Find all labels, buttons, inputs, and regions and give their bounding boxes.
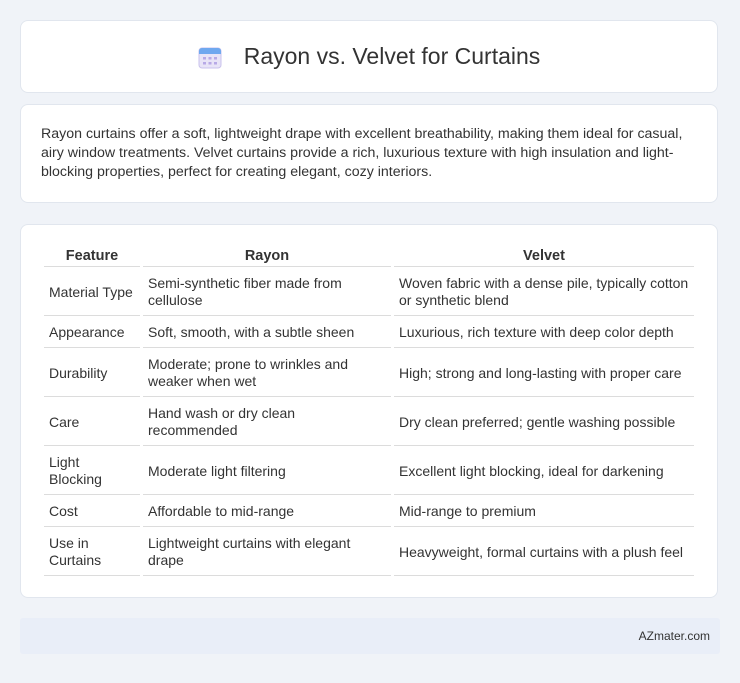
velvet-cell: Mid-range to premium — [394, 497, 694, 527]
footer-brand: AZmater.com — [638, 629, 710, 643]
calendar-icon — [198, 45, 222, 69]
column-header: Velvet — [394, 245, 694, 267]
feature-cell: Cost — [44, 497, 140, 527]
rayon-cell: Moderate; prone to wrinkles and weaker w… — [143, 350, 391, 397]
feature-cell: Care — [44, 399, 140, 446]
table-row: Care Hand wash or dry clean recommended … — [44, 399, 694, 446]
feature-cell: Light Blocking — [44, 448, 140, 495]
velvet-cell: Luxurious, rich texture with deep color … — [394, 318, 694, 348]
rayon-cell: Affordable to mid-range — [143, 497, 391, 527]
table-row: Cost Affordable to mid-range Mid-range t… — [44, 497, 694, 527]
velvet-cell: Dry clean preferred; gentle washing poss… — [394, 399, 694, 446]
table-row: Appearance Soft, smooth, with a subtle s… — [44, 318, 694, 348]
table-row: Use in Curtains Lightweight curtains wit… — [44, 529, 694, 576]
rayon-cell: Semi-synthetic fiber made from cellulose — [143, 269, 391, 316]
column-header: Feature — [44, 245, 140, 267]
rayon-cell: Soft, smooth, with a subtle sheen — [143, 318, 391, 348]
feature-cell: Appearance — [44, 318, 140, 348]
rayon-cell: Hand wash or dry clean recommended — [143, 399, 391, 446]
comparison-card: Feature Rayon Velvet Material Type Semi-… — [20, 224, 718, 598]
velvet-cell: Excellent light blocking, ideal for dark… — [394, 448, 694, 495]
table-row: Light Blocking Moderate light filtering … — [44, 448, 694, 495]
feature-cell: Use in Curtains — [44, 529, 140, 576]
velvet-cell: Heavyweight, formal curtains with a plus… — [394, 529, 694, 576]
table-header-row: Feature Rayon Velvet — [44, 245, 694, 267]
feature-cell: Material Type — [44, 269, 140, 316]
velvet-cell: High; strong and long-lasting with prope… — [394, 350, 694, 397]
rayon-cell: Lightweight curtains with elegant drape — [143, 529, 391, 576]
rayon-cell: Moderate light filtering — [143, 448, 391, 495]
feature-cell: Durability — [44, 350, 140, 397]
title-card: Rayon vs. Velvet for Curtains — [20, 20, 718, 93]
column-header: Rayon — [143, 245, 391, 267]
footer-bar: AZmater.com — [20, 618, 720, 654]
page-title: Rayon vs. Velvet for Curtains — [243, 43, 541, 69]
table-row: Durability Moderate; prone to wrinkles a… — [44, 350, 694, 397]
table-row: Material Type Semi-synthetic fiber made … — [44, 269, 694, 316]
comparison-table: Feature Rayon Velvet Material Type Semi-… — [41, 243, 697, 578]
intro-card: Rayon curtains offer a soft, lightweight… — [20, 104, 718, 203]
velvet-cell: Woven fabric with a dense pile, typicall… — [394, 269, 694, 316]
intro-text: Rayon curtains offer a soft, lightweight… — [41, 126, 683, 180]
